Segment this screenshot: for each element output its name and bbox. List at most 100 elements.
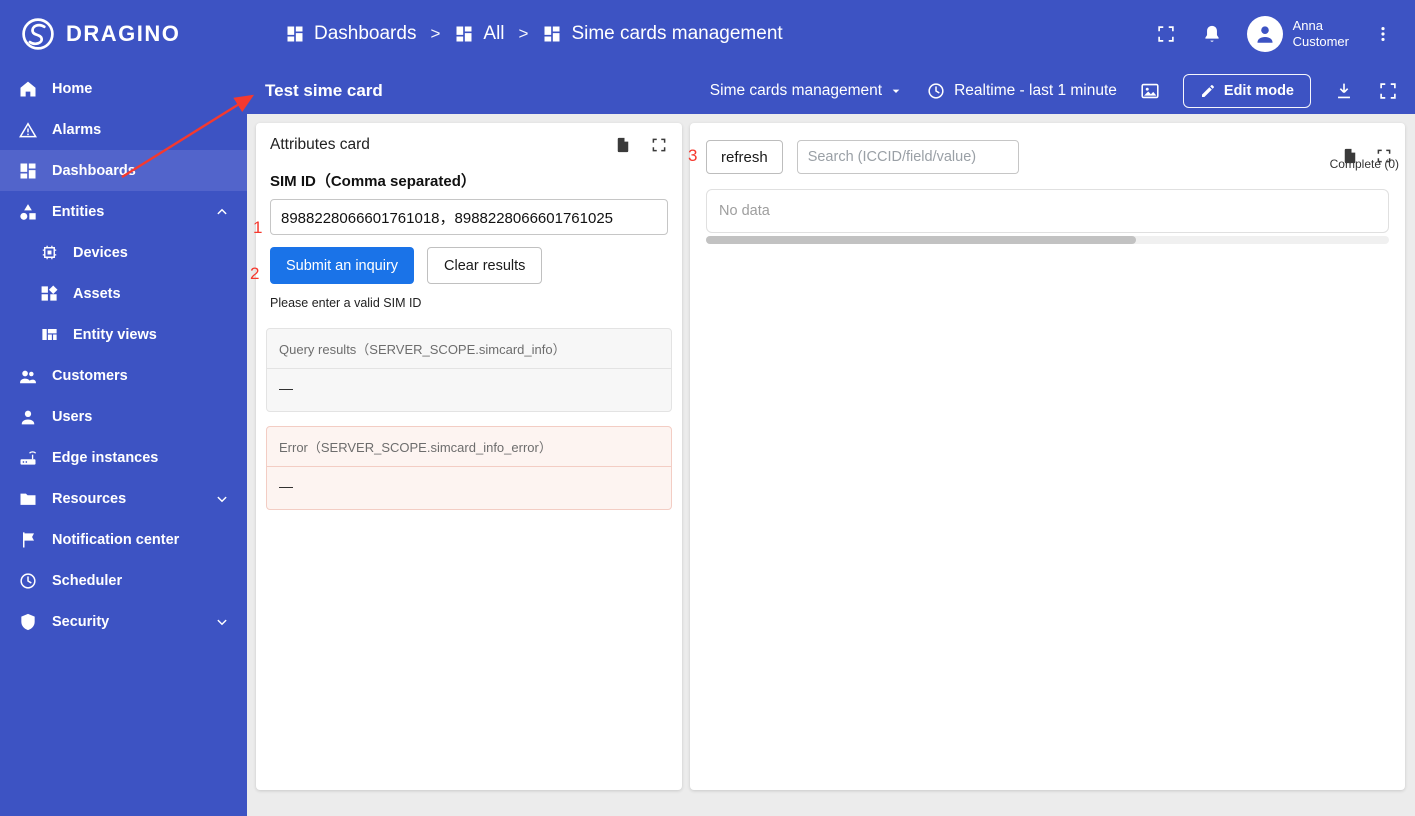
user-names: Anna Customer xyxy=(1293,18,1349,51)
clear-results-button[interactable]: Clear results xyxy=(427,247,543,284)
query-results-panel: Query results（SERVER_SCOPE.simcard_info）… xyxy=(266,328,672,412)
breadcrumb-item-sime-cards[interactable]: Sime cards management xyxy=(542,23,783,45)
caret-down-icon xyxy=(892,89,900,93)
sidebar-item-label: Customers xyxy=(52,367,128,384)
sidebar-item-label: Entities xyxy=(52,203,105,220)
sidebar-item-label: Alarms xyxy=(52,121,102,138)
sidebar-item-label: Dashboards xyxy=(52,162,136,179)
top-header: DRAGINO Dashboards > All > Sime cards ma… xyxy=(0,0,1415,68)
breadcrumb-item-all[interactable]: All xyxy=(454,23,505,45)
breadcrumb-item-dashboards[interactable]: Dashboards xyxy=(285,23,416,45)
breadcrumb-label: Dashboards xyxy=(314,23,417,44)
sidebar-item-entities[interactable]: Entities xyxy=(0,191,247,232)
user-role: Customer xyxy=(1292,34,1349,49)
sidebar-item-home[interactable]: Home xyxy=(0,68,247,109)
notifications-button[interactable] xyxy=(1201,23,1223,45)
sidebar-item-assets[interactable]: Assets xyxy=(0,273,247,314)
breadcrumb-separator: > xyxy=(518,24,529,43)
attributes-card-actions xyxy=(614,136,668,154)
bell-icon xyxy=(1205,25,1219,42)
table-card-actions xyxy=(1341,147,1393,165)
breadcrumb-separator: > xyxy=(430,24,441,43)
edit-mode-label: Edit mode xyxy=(1223,83,1294,99)
annotation-step-2: 2 xyxy=(250,264,260,283)
dashboard-image-button[interactable] xyxy=(1139,80,1161,102)
user-name: Anna xyxy=(1292,17,1324,33)
expand-widget-button[interactable] xyxy=(1375,147,1393,165)
sim-id-input[interactable] xyxy=(270,199,668,235)
sidebar-item-label: Notification center xyxy=(52,531,180,548)
error-panel-value: — xyxy=(279,478,293,494)
table-toolbar: refresh xyxy=(690,123,1405,182)
pencil-icon xyxy=(1201,85,1214,97)
annotation-step-3: 3 xyxy=(688,146,698,165)
horizontal-scrollbar[interactable] xyxy=(706,236,1389,244)
export-widget-button[interactable] xyxy=(1341,147,1359,165)
users-icon xyxy=(21,410,35,424)
sidebar-item-label: Home xyxy=(52,80,93,97)
attributes-card: Attributes card SIM ID（Comma separated） … xyxy=(256,123,682,790)
expand-icon xyxy=(1377,149,1391,163)
brand-name: DRAGINO xyxy=(66,21,181,46)
fullscreen-icon xyxy=(1157,26,1174,42)
file-icon xyxy=(617,137,629,153)
sidebar-item-alarms[interactable]: Alarms xyxy=(0,109,247,150)
more-menu-button[interactable] xyxy=(1373,24,1393,44)
expand-widget-button[interactable] xyxy=(650,136,668,154)
dashboard-state-select[interactable]: Sime cards management xyxy=(710,82,904,100)
devices-icon xyxy=(42,245,57,260)
sim-id-label: SIM ID（Comma separated） xyxy=(270,173,476,190)
dashboard-toolbar: Test sime card Sime cards management Rea… xyxy=(247,68,1415,114)
entities-icon xyxy=(20,203,36,220)
download-button[interactable] xyxy=(1333,80,1355,102)
sidebar-item-label: Entity views xyxy=(73,326,157,343)
brand-logo-icon xyxy=(22,18,54,50)
sidebar-item-devices[interactable]: Devices xyxy=(0,232,247,273)
attributes-card-buttons: Submit an inquiry Clear results xyxy=(256,235,682,288)
breadcrumb-label: All xyxy=(483,23,505,44)
sim-table-card: refresh Complete (0) No data xyxy=(690,123,1405,790)
shield-icon xyxy=(21,613,35,630)
scrollbar-thumb[interactable] xyxy=(706,236,1137,244)
dashboards-icon xyxy=(456,26,472,42)
timewindow-button[interactable]: Realtime - last 1 minute xyxy=(926,81,1117,101)
sidebar-item-customers[interactable]: Customers xyxy=(0,355,247,396)
brand-logo[interactable]: DRAGINO xyxy=(0,16,247,52)
error-panel-title: Error（SERVER_SCOPE.simcard_info_error） xyxy=(267,427,671,467)
sidebar-item-entity-views[interactable]: Entity views xyxy=(0,314,247,355)
sidebar-item-scheduler[interactable]: Scheduler xyxy=(0,560,247,601)
flag-icon xyxy=(23,531,34,547)
dashboards-icon xyxy=(287,26,303,42)
refresh-button[interactable]: refresh xyxy=(706,140,783,174)
fullscreen-button[interactable] xyxy=(1155,23,1177,45)
attributes-card-header: Attributes card xyxy=(256,123,682,160)
sidebar-item-users[interactable]: Users xyxy=(0,396,247,437)
timewindow-label: Realtime - last 1 minute xyxy=(954,82,1117,99)
query-results-value: — xyxy=(279,380,293,396)
assets-icon xyxy=(41,285,58,301)
chevron-down-icon xyxy=(213,490,231,508)
avatar xyxy=(1246,16,1283,52)
fullscreen-icon xyxy=(1380,83,1396,99)
user-menu[interactable]: Anna Customer xyxy=(1246,16,1349,52)
image-icon xyxy=(1141,83,1159,99)
query-results-title: Query results（SERVER_SCOPE.simcard_info） xyxy=(267,329,671,369)
page-title: Test sime card xyxy=(265,81,383,100)
submit-inquiry-button[interactable]: Submit an inquiry xyxy=(270,247,415,284)
sidebar-item-dashboards[interactable]: Dashboards xyxy=(0,150,247,191)
clock-icon xyxy=(20,572,36,589)
sidebar-item-edge-instances[interactable]: Edge instances xyxy=(0,437,247,478)
dashboard-fullscreen-button[interactable] xyxy=(1377,80,1399,102)
sidebar-item-label: Security xyxy=(52,613,110,630)
download-icon xyxy=(1338,83,1350,99)
person-icon xyxy=(1257,26,1273,43)
no-data-row: No data xyxy=(706,189,1389,233)
warning-icon xyxy=(19,121,37,137)
search-input[interactable] xyxy=(796,140,1019,174)
edit-mode-button[interactable]: Edit mode xyxy=(1182,74,1311,108)
sidebar-item-notification-center[interactable]: Notification center xyxy=(0,519,247,560)
sidebar-item-label: Users xyxy=(52,408,93,425)
export-widget-button[interactable] xyxy=(614,136,632,154)
sidebar-item-security[interactable]: Security xyxy=(0,601,247,642)
sidebar-item-resources[interactable]: Resources xyxy=(0,478,247,519)
